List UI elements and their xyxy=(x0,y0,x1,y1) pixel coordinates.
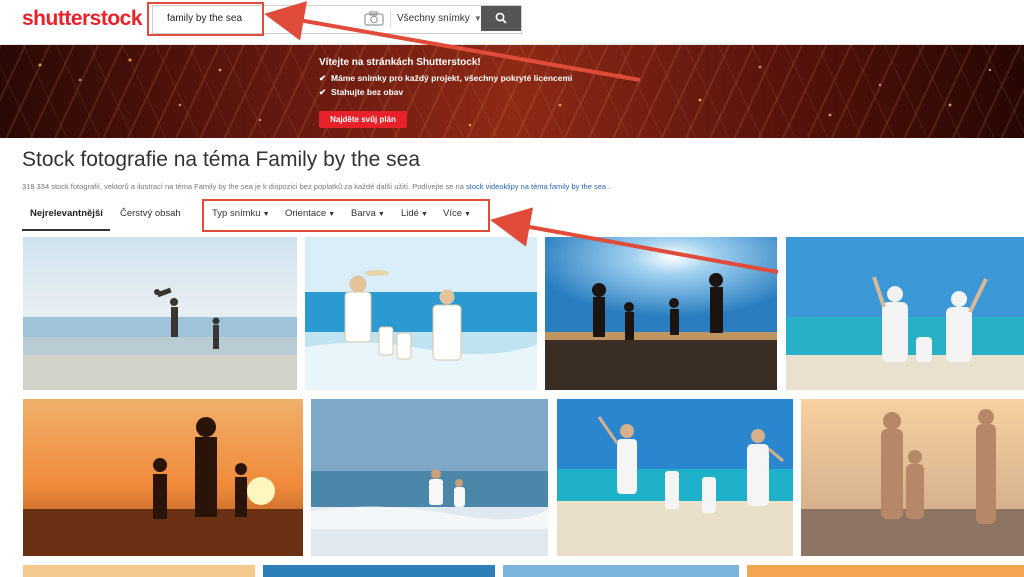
annotation-box-search xyxy=(147,2,264,36)
checkmark-icon: ✔ xyxy=(319,87,327,97)
photo-result[interactable] xyxy=(23,237,297,390)
banner-title: Vítejte na stránkách Shutterstock! xyxy=(319,57,481,68)
photo-result[interactable] xyxy=(503,565,739,577)
results-summary-text: 318 334 stock fotografií, vektorů a ilus… xyxy=(22,182,466,191)
video-clips-link[interactable]: stock videoklipy na téma family by the s… xyxy=(466,182,606,191)
search-button[interactable] xyxy=(481,6,521,31)
results-summary: 318 334 stock fotografií, vektorů a ilus… xyxy=(22,182,610,191)
photo-result[interactable] xyxy=(263,565,495,577)
checkmark-icon: ✔ xyxy=(319,73,327,83)
camera-icon[interactable] xyxy=(364,11,384,26)
find-plan-button[interactable]: Najděte svůj plán xyxy=(319,111,407,128)
separator xyxy=(390,10,391,28)
banner-bullet: ✔ Stahujte bez obav xyxy=(319,87,572,98)
photo-result[interactable] xyxy=(786,237,1024,390)
banner-text: Vítejte na stránkách Shutterstock! ✔ Máme… xyxy=(319,57,572,101)
photo-result[interactable] xyxy=(23,399,303,556)
tab-most-relevant[interactable]: Nejrelevantnější xyxy=(30,208,103,219)
image-type-select-label: Všechny snímky xyxy=(397,13,470,24)
banner-bullet-text: Stahujte bez obav xyxy=(331,87,404,97)
photo-result[interactable] xyxy=(747,565,1024,577)
photo-result[interactable] xyxy=(557,399,793,556)
page-title: Stock fotografie na téma Family by the s… xyxy=(22,148,421,171)
banner-bullet-text: Máme snímky pro každý projekt, všechny p… xyxy=(331,73,573,83)
photo-result[interactable] xyxy=(23,565,255,577)
photo-result[interactable] xyxy=(801,399,1024,556)
image-type-select[interactable]: Všechny snímky ▼ xyxy=(397,6,483,31)
annotation-box-filters xyxy=(202,199,490,232)
photo-result[interactable] xyxy=(545,237,777,390)
shutterstock-logo[interactable]: shutterstock xyxy=(22,7,143,31)
results-summary-suffix: . xyxy=(606,182,611,191)
photo-result[interactable] xyxy=(311,399,548,556)
photo-result[interactable] xyxy=(305,237,537,390)
magnifier-icon xyxy=(495,12,507,24)
tab-fresh-content[interactable]: Čerstvý obsah xyxy=(120,208,181,219)
banner-bullet: ✔ Máme snímky pro každý projekt, všechny … xyxy=(319,73,572,84)
promo-banner: Vítejte na stránkách Shutterstock! ✔ Máme… xyxy=(0,45,1024,138)
active-tab-indicator xyxy=(22,229,110,231)
